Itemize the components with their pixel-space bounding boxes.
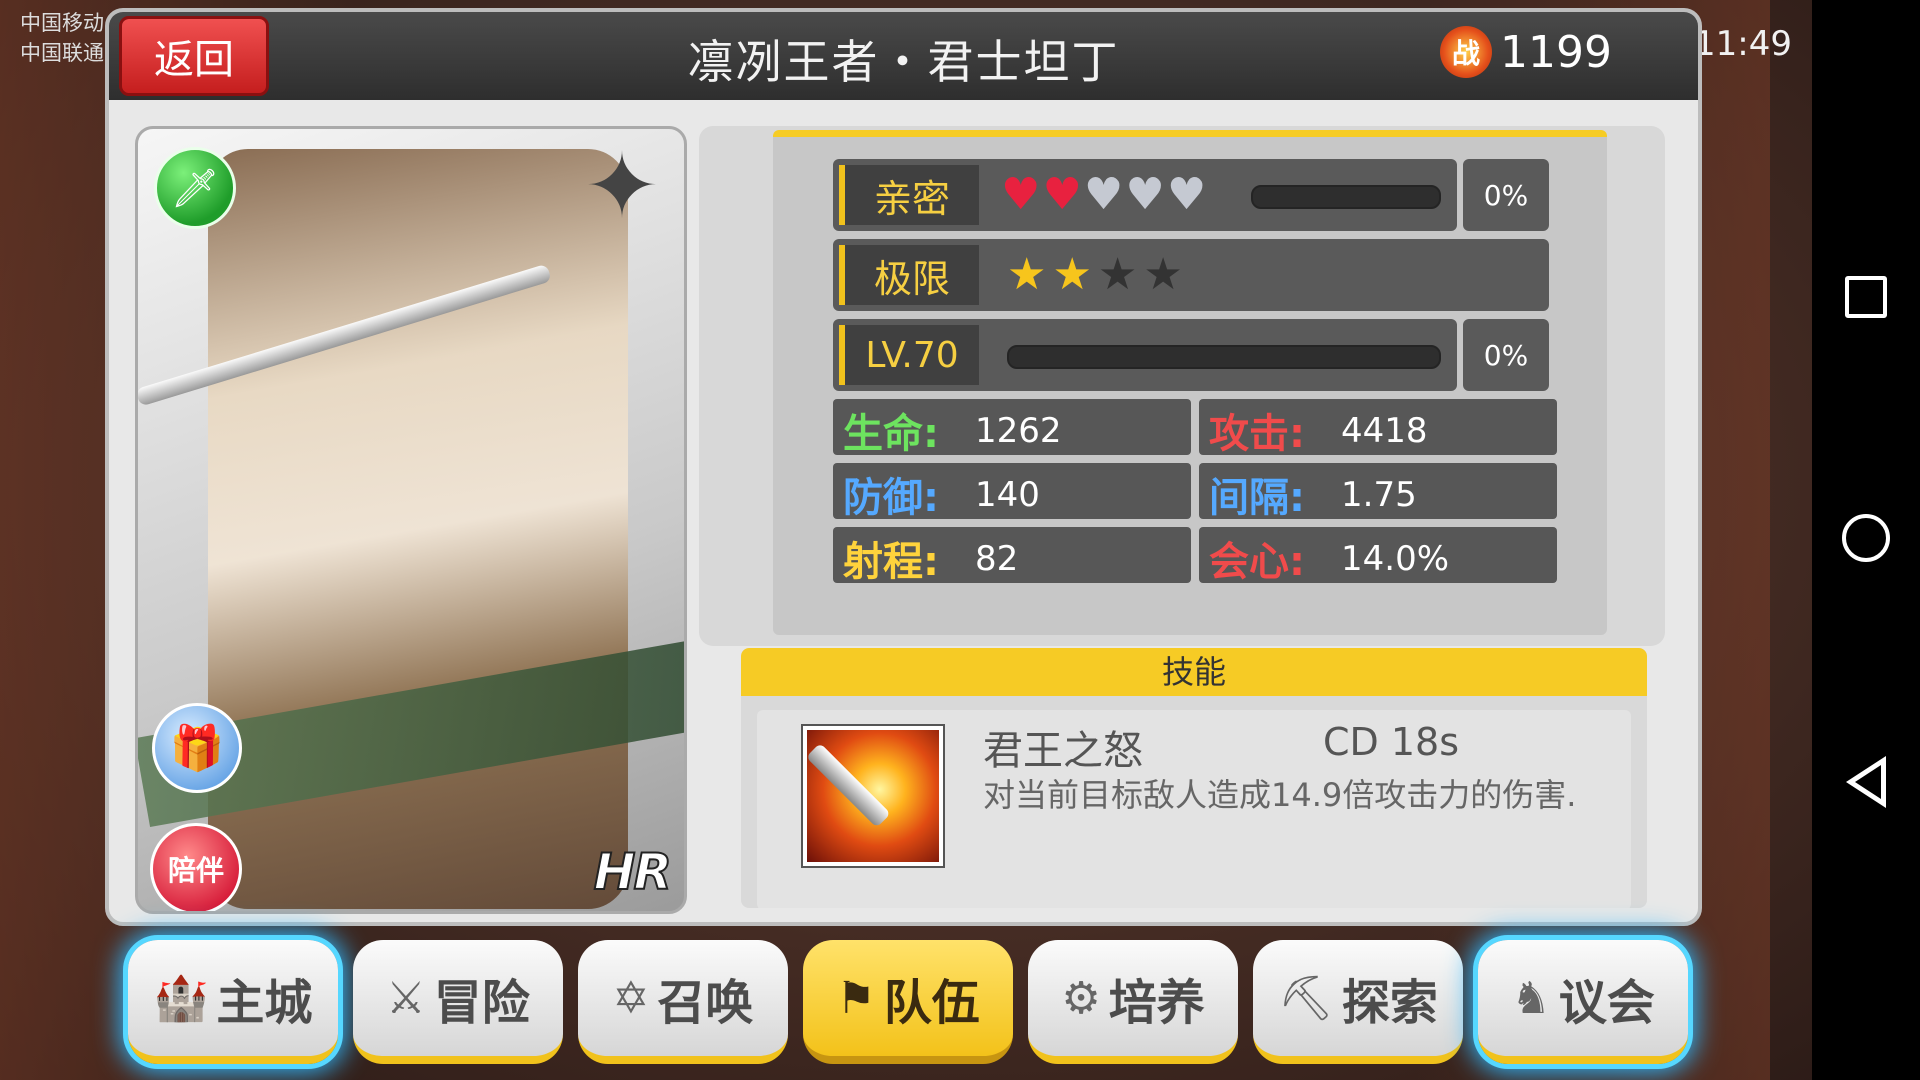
nav-tab-5[interactable]: ⛏ 探索 (1253, 940, 1463, 1064)
star-icon: ★ (1143, 249, 1183, 300)
skill-description: 对当前目标敌人造成14.9倍攻击力的伤害. (983, 776, 1577, 814)
nav-tab-label: 培养 (1108, 975, 1205, 1031)
limit-stars: ★ ★ ★ ★ (1007, 251, 1183, 299)
skills-header: 技能 (741, 648, 1647, 696)
character-detail-panel: 凛冽王者・君士坦丁 返回 战 1199 🗡 ✦ 🎁 陪伴 HR 亲密 ♥ ♥ ♥ ♥ ♥… (105, 8, 1702, 926)
crossed-swords-icon: ⚔ (386, 972, 426, 1024)
star-icon: ★ (1097, 249, 1138, 300)
stat-crit: 会心: 14.0% (1199, 527, 1557, 585)
nav-tab-label: 冒险 (433, 975, 530, 1031)
heart-icon: ♥ (1083, 169, 1124, 220)
nav-tab-0[interactable]: 🏰 主城 (128, 940, 338, 1064)
nav-tab-1[interactable]: ⚔ 冒险 (353, 940, 563, 1064)
nav-tab-label: 议会 (1558, 975, 1655, 1031)
stat-interval-value: 1.75 (1341, 475, 1417, 515)
cultivate-icon: ⚙ (1061, 972, 1101, 1024)
level-progress-bar (1007, 345, 1441, 369)
level-percent: 0% (1463, 319, 1549, 391)
skills-section: 技能 君王之怒 CD 18s 对当前目标敌人造成14.9倍攻击力的伤害. (741, 648, 1647, 908)
nav-tab-2[interactable]: ✡ 召唤 (578, 940, 788, 1064)
skill-cooldown: CD 18s (1323, 720, 1460, 764)
bottom-nav: 🏰 主城 ⚔ 冒险 ✡ 召唤 ⚑ 队伍 ⚙ 培养 ⛏ 探索 ♞ 议会 (128, 940, 1688, 1068)
skill-name: 君王之怒 (983, 728, 1143, 774)
nav-tab-label: 召唤 (657, 975, 754, 1031)
stat-range: 射程: 82 (833, 527, 1191, 585)
system-nav-bar (1812, 0, 1920, 1080)
level-label: LV.70 (839, 325, 979, 385)
affinity-label: 亲密 (839, 165, 979, 225)
limit-row: 极限 ★ ★ ★ ★ (833, 239, 1549, 311)
affinity-progress-bar (1251, 185, 1441, 209)
stat-interval: 间隔: 1.75 (1199, 463, 1557, 521)
level-row: LV.70 (833, 319, 1457, 391)
skill-flame-icon[interactable] (803, 726, 943, 866)
stat-hp-label: 生命: (843, 411, 939, 457)
star-icon: ★ (1052, 249, 1092, 300)
recent-apps-icon[interactable] (1845, 276, 1887, 318)
stat-attack: 攻击: 4418 (1199, 399, 1557, 457)
accompany-button[interactable]: 陪伴 (150, 823, 242, 911)
stat-range-label: 射程: (843, 539, 939, 585)
carrier-1: 中国移动 (20, 11, 104, 35)
character-card: 🗡 ✦ 🎁 陪伴 HR (135, 126, 687, 914)
heart-icon: ♥ (1125, 169, 1165, 220)
nav-tab-label: 主城 (216, 975, 313, 1031)
stat-defense-label: 防御: (843, 475, 939, 521)
nav-tab-label: 探索 (1341, 975, 1438, 1031)
carrier-2: 中国联通 (20, 41, 104, 65)
hexagram-icon: ✡ (612, 972, 650, 1024)
heart-icon: ♥ (1042, 169, 1082, 220)
castle-icon: 🏰 (153, 973, 209, 1024)
rarity-badge: HR (593, 842, 673, 902)
affinity-hearts: ♥ ♥ ♥ ♥ ♥ (1001, 173, 1206, 217)
stat-defense-value: 140 (975, 475, 1040, 515)
carrier-list: 中国移动 中国联通 (20, 8, 104, 68)
heart-icon: ♥ (1001, 169, 1041, 220)
title-bar: 凛冽王者・君士坦丁 返回 战 1199 (109, 12, 1698, 100)
back-button[interactable]: 返回 (119, 16, 269, 96)
explore-icon: ⛏ (1278, 973, 1334, 1024)
affinity-percent: 0% (1463, 159, 1549, 231)
skill-item[interactable]: 君王之怒 CD 18s 对当前目标敌人造成14.9倍攻击力的伤害. (757, 710, 1631, 908)
affinity-row: 亲密 ♥ ♥ ♥ ♥ ♥ (833, 159, 1457, 231)
stat-interval-label: 间隔: (1209, 475, 1305, 521)
council-icon: ♞ (1511, 972, 1551, 1024)
skill-blade (805, 742, 891, 828)
team-icon: ⚑ (836, 972, 876, 1024)
stat-range-value: 82 (975, 539, 1019, 579)
power-display: 战 1199 (1440, 26, 1612, 78)
stat-hp: 生命: 1262 (833, 399, 1191, 457)
stat-crit-label: 会心: (1209, 539, 1305, 585)
four-point-star-icon: ✦ (584, 134, 660, 239)
gift-icon[interactable]: 🎁 (152, 703, 242, 793)
stat-attack-label: 攻击: (1209, 411, 1305, 457)
stats-section: 亲密 ♥ ♥ ♥ ♥ ♥ 0% 极限 ★ ★ ★ ★ LV.70 0% 生命: 1262 攻击… (699, 126, 1665, 646)
stat-attack-value: 4418 (1341, 411, 1428, 451)
stat-crit-value: 14.0% (1341, 539, 1450, 579)
stat-defense: 防御: 140 (833, 463, 1191, 521)
back-triangle-icon[interactable] (1846, 756, 1886, 808)
nav-tab-label: 队伍 (883, 975, 980, 1031)
battle-power-icon: 战 (1440, 26, 1493, 78)
stats-inner: 亲密 ♥ ♥ ♥ ♥ ♥ 0% 极限 ★ ★ ★ ★ LV.70 0% 生命: 1262 攻击… (773, 130, 1607, 635)
nav-tab-4[interactable]: ⚙ 培养 (1028, 940, 1238, 1064)
home-icon[interactable] (1842, 514, 1890, 562)
heart-icon: ♥ (1166, 169, 1207, 220)
nav-tab-6[interactable]: ♞ 议会 (1478, 940, 1688, 1064)
star-icon: ★ (1007, 249, 1047, 300)
limit-label: 极限 (839, 245, 979, 305)
nav-tab-3[interactable]: ⚑ 队伍 (803, 940, 1013, 1064)
sword-icon: 🗡 (154, 147, 236, 229)
stat-hp-value: 1262 (975, 411, 1062, 451)
power-value: 1199 (1500, 26, 1612, 78)
